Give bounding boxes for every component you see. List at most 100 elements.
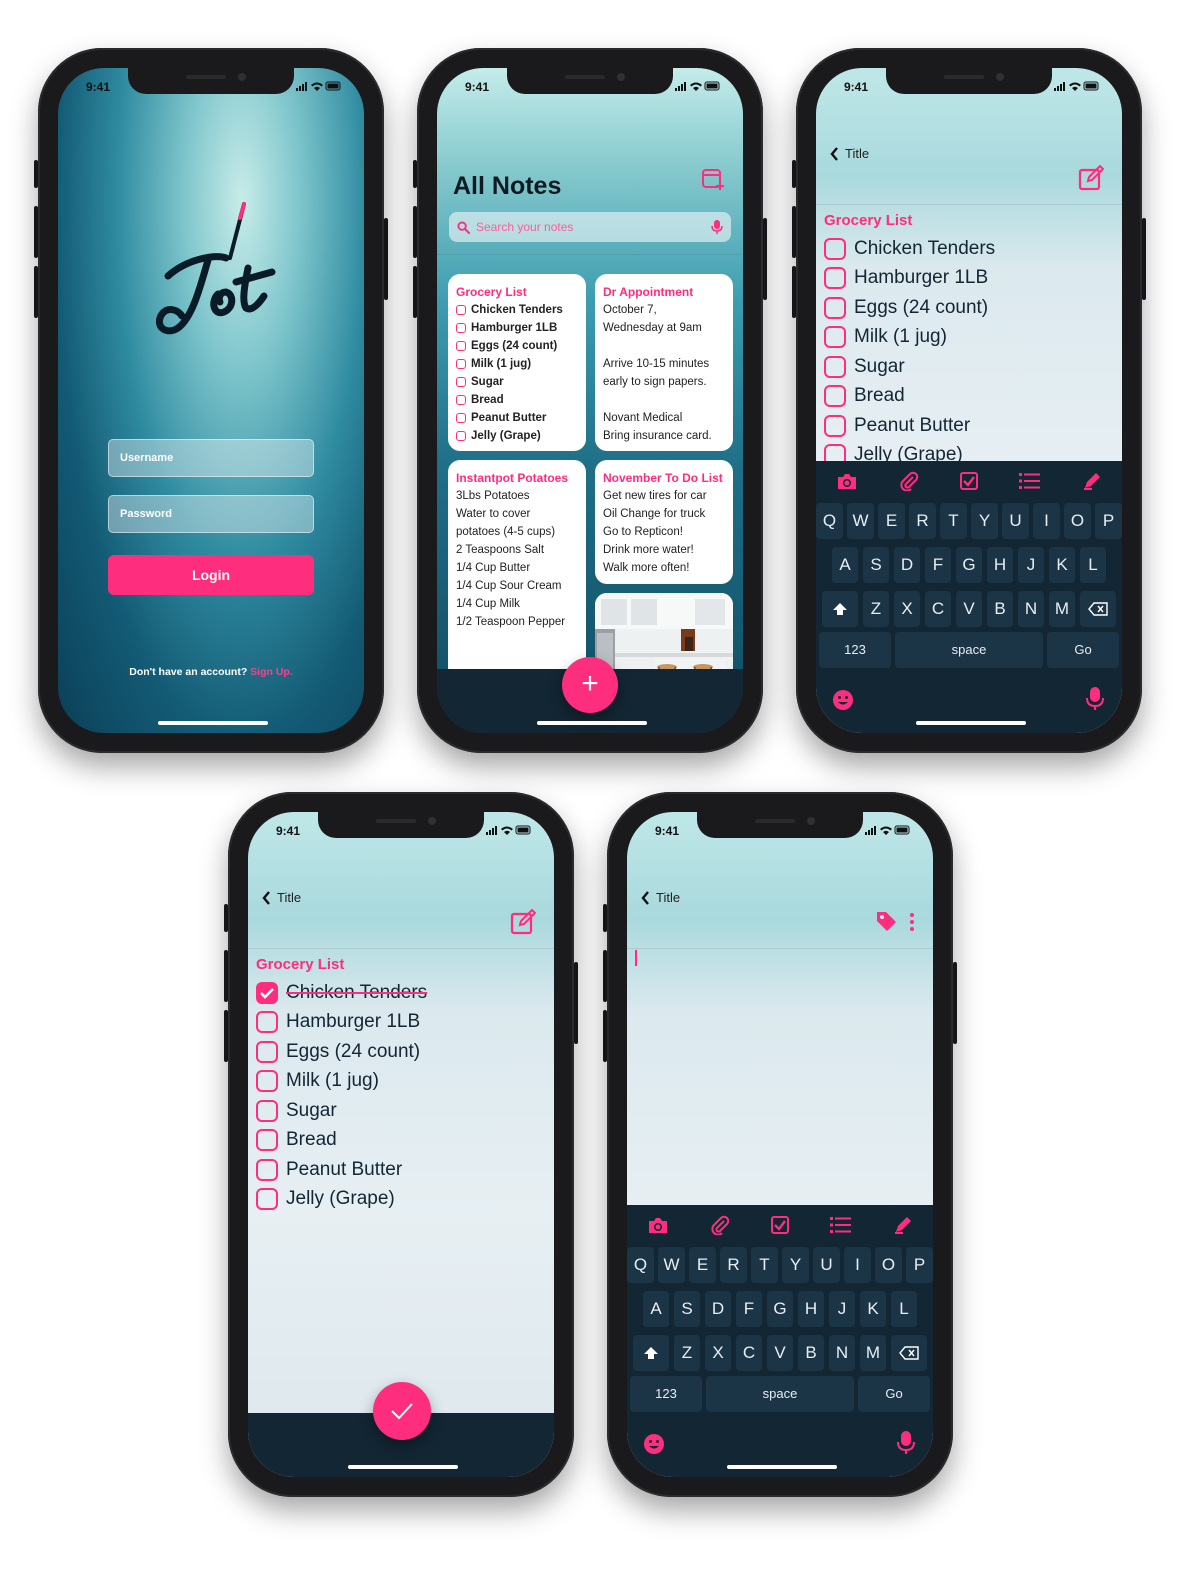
home-indicator[interactable]: [727, 1465, 837, 1469]
backspace-key[interactable]: [1079, 591, 1116, 627]
key[interactable]: Q: [816, 503, 843, 539]
key[interactable]: W: [658, 1247, 685, 1283]
key[interactable]: O: [875, 1247, 902, 1283]
key[interactable]: Y: [971, 503, 998, 539]
list-icon[interactable]: [830, 1216, 852, 1234]
camera-icon[interactable]: [836, 472, 858, 490]
note-card-grocery[interactable]: Grocery List Chicken Tenders Hamburger 1…: [448, 274, 586, 451]
emoji-icon[interactable]: [643, 1433, 665, 1455]
key[interactable]: D: [704, 1291, 732, 1327]
shift-key[interactable]: [822, 591, 859, 627]
list-item-label[interactable]: Milk (1 jug): [286, 1070, 379, 1092]
search-input[interactable]: Search your notes: [449, 212, 731, 242]
key[interactable]: T: [751, 1247, 778, 1283]
note-card-november-todo[interactable]: November To Do List Get new tires for ca…: [595, 460, 733, 584]
list-item-label[interactable]: Chicken Tenders: [854, 238, 995, 260]
key[interactable]: K: [859, 1291, 887, 1327]
key[interactable]: H: [797, 1291, 825, 1327]
list-item-label[interactable]: Sugar: [854, 356, 905, 378]
more-options-icon[interactable]: [909, 912, 915, 932]
key[interactable]: Q: [627, 1247, 654, 1283]
key[interactable]: B: [797, 1335, 825, 1371]
checkbox-icon[interactable]: [770, 1215, 790, 1235]
home-indicator[interactable]: [537, 721, 647, 725]
home-indicator[interactable]: [348, 1465, 458, 1469]
list-item-label[interactable]: Chicken Tenders: [286, 982, 427, 1004]
key[interactable]: F: [924, 547, 952, 583]
key[interactable]: N: [828, 1335, 856, 1371]
key[interactable]: H: [986, 547, 1014, 583]
note-card-instantpot[interactable]: Instantpot Potatoes 3Lbs Potatoes Water …: [448, 460, 586, 700]
checkbox[interactable]: [824, 267, 846, 290]
checkbox[interactable]: [824, 385, 846, 408]
edit-icon[interactable]: [510, 909, 536, 935]
note-card-dr-appointment[interactable]: Dr Appointment October 7, Wednesday at 9…: [595, 274, 733, 451]
key[interactable]: P: [1095, 503, 1122, 539]
key[interactable]: F: [735, 1291, 763, 1327]
add-note-button[interactable]: +: [562, 657, 618, 713]
list-item-label[interactable]: Eggs (24 count): [286, 1041, 420, 1063]
space-key[interactable]: space: [706, 1376, 854, 1412]
key[interactable]: O: [1064, 503, 1091, 539]
list-item-label[interactable]: Peanut Butter: [286, 1159, 402, 1181]
checkbox[interactable]: [824, 326, 846, 349]
key[interactable]: C: [735, 1335, 763, 1371]
key[interactable]: E: [878, 503, 905, 539]
home-indicator[interactable]: [158, 721, 268, 725]
key[interactable]: A: [642, 1291, 670, 1327]
key[interactable]: G: [955, 547, 983, 583]
paperclip-icon[interactable]: [710, 1215, 730, 1235]
username-field[interactable]: Username: [108, 439, 314, 477]
list-item-label[interactable]: Hamburger 1LB: [286, 1011, 420, 1033]
numbers-key[interactable]: 123: [630, 1376, 702, 1412]
home-indicator[interactable]: [916, 721, 1026, 725]
key[interactable]: I: [1033, 503, 1060, 539]
key[interactable]: S: [862, 547, 890, 583]
list-icon[interactable]: [1019, 472, 1041, 490]
key[interactable]: G: [766, 1291, 794, 1327]
emoji-icon[interactable]: [832, 689, 854, 711]
list-item-label[interactable]: Jelly (Grape): [286, 1188, 395, 1210]
signup-link[interactable]: Sign Up.: [250, 666, 293, 678]
key[interactable]: M: [859, 1335, 887, 1371]
checkbox[interactable]: [256, 1129, 278, 1152]
key[interactable]: U: [813, 1247, 840, 1283]
checkbox[interactable]: [256, 1040, 278, 1063]
pen-icon[interactable]: [1082, 471, 1102, 491]
back-button[interactable]: Title: [641, 890, 680, 905]
list-item-label[interactable]: Bread: [286, 1129, 337, 1151]
numbers-key[interactable]: 123: [819, 632, 891, 668]
key[interactable]: T: [940, 503, 967, 539]
checkbox[interactable]: [824, 355, 846, 378]
checkbox-icon[interactable]: [959, 471, 979, 491]
checkbox[interactable]: [256, 1070, 278, 1093]
go-key[interactable]: Go: [1047, 632, 1119, 668]
key[interactable]: E: [689, 1247, 716, 1283]
list-item-label[interactable]: Sugar: [286, 1100, 337, 1122]
paperclip-icon[interactable]: [899, 471, 919, 491]
microphone-icon[interactable]: [711, 220, 723, 234]
key[interactable]: S: [673, 1291, 701, 1327]
checkbox[interactable]: [824, 296, 846, 319]
checkbox[interactable]: [824, 237, 846, 260]
key[interactable]: Z: [673, 1335, 701, 1371]
text-cursor[interactable]: [635, 950, 637, 966]
checkbox[interactable]: [256, 1188, 278, 1211]
checkbox[interactable]: [824, 414, 846, 437]
key[interactable]: D: [893, 547, 921, 583]
list-item-label[interactable]: Eggs (24 count): [854, 297, 988, 319]
key[interactable]: Z: [862, 591, 890, 627]
password-field[interactable]: Password: [108, 495, 314, 533]
login-button[interactable]: Login: [108, 555, 314, 595]
microphone-icon[interactable]: [897, 1431, 915, 1455]
key[interactable]: J: [1017, 547, 1045, 583]
checkbox[interactable]: [256, 1011, 278, 1034]
list-item-label[interactable]: Peanut Butter: [854, 415, 970, 437]
tag-icon[interactable]: [875, 910, 897, 932]
key[interactable]: W: [847, 503, 874, 539]
key[interactable]: X: [704, 1335, 732, 1371]
back-button[interactable]: Title: [830, 146, 869, 161]
space-key[interactable]: space: [895, 632, 1043, 668]
key[interactable]: P: [906, 1247, 933, 1283]
list-item-label[interactable]: Hamburger 1LB: [854, 267, 988, 289]
